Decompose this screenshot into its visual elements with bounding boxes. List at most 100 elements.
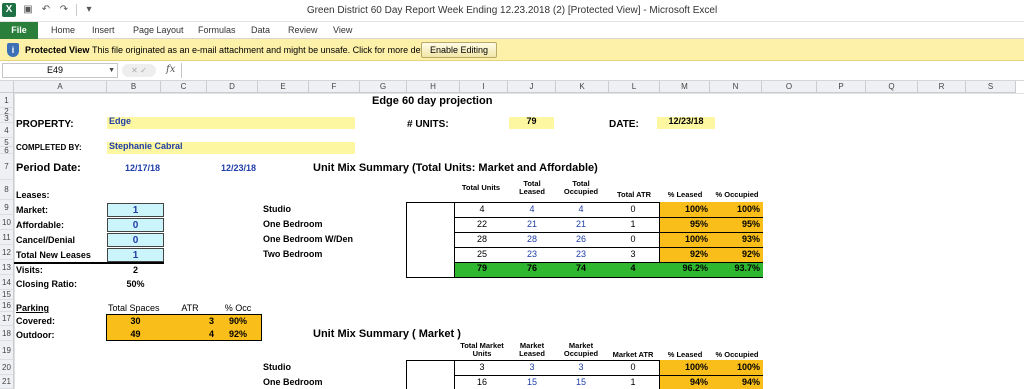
table-cell[interactable]: 92% bbox=[660, 249, 710, 260]
column-header[interactable]: G bbox=[360, 81, 407, 93]
table-cell[interactable]: 100% bbox=[712, 204, 762, 215]
table-cell[interactable]: 0 bbox=[608, 234, 658, 245]
closing-ratio-value[interactable]: 50% bbox=[107, 279, 164, 290]
table-cell[interactable]: 94% bbox=[660, 377, 710, 388]
table-cell[interactable]: 28 bbox=[510, 234, 554, 245]
row-header[interactable]: 16 bbox=[0, 300, 14, 312]
tab-insert[interactable]: Insert bbox=[92, 25, 115, 35]
table-cell[interactable]: 15 bbox=[556, 377, 606, 388]
tab-data[interactable]: Data bbox=[251, 25, 270, 35]
protected-view-bar[interactable]: i Protected View This file originated as… bbox=[0, 39, 1024, 61]
completed-by-value[interactable]: Stephanie Cabral bbox=[107, 141, 355, 154]
date-value[interactable]: 12/23/18 bbox=[657, 116, 715, 129]
parking-occ[interactable]: 92% bbox=[216, 329, 260, 340]
row-header[interactable]: 9 bbox=[0, 200, 14, 215]
column-header[interactable]: S bbox=[966, 81, 1016, 93]
enable-editing-button[interactable]: Enable Editing bbox=[421, 42, 497, 58]
column-header[interactable]: K bbox=[556, 81, 609, 93]
row-header[interactable]: 3 bbox=[0, 115, 14, 123]
table-cell[interactable]: 4 bbox=[510, 204, 554, 215]
table-cell[interactable]: 100% bbox=[660, 204, 710, 215]
column-header[interactable]: J bbox=[508, 81, 556, 93]
row-header[interactable]: 8 bbox=[0, 180, 14, 200]
table-cell[interactable]: 22 bbox=[456, 219, 508, 230]
table-cell[interactable]: 100% bbox=[660, 362, 710, 373]
table-cell[interactable]: 3 bbox=[608, 249, 658, 260]
table-cell[interactable]: 95% bbox=[712, 219, 762, 230]
row-header[interactable]: 10 bbox=[0, 215, 14, 230]
protected-view-message[interactable]: This file originated as an e-mail attach… bbox=[92, 45, 439, 55]
table-cell[interactable]: 25 bbox=[456, 249, 508, 260]
row-header[interactable]: 12 bbox=[0, 245, 14, 260]
tab-formulas[interactable]: Formulas bbox=[198, 25, 236, 35]
table-cell[interactable]: 92% bbox=[712, 249, 762, 260]
tab-file[interactable]: File bbox=[0, 22, 38, 39]
table-cell[interactable]: 93% bbox=[712, 234, 762, 245]
table-cell[interactable]: 0 bbox=[608, 204, 658, 215]
table-cell[interactable]: 3 bbox=[556, 362, 606, 373]
row-header[interactable]: 20 bbox=[0, 360, 14, 375]
table-cell[interactable]: 1 bbox=[608, 219, 658, 230]
total-cell[interactable]: 74 bbox=[556, 263, 606, 274]
table-cell[interactable]: 28 bbox=[456, 234, 508, 245]
column-header[interactable]: C bbox=[161, 81, 207, 93]
row-header[interactable]: 1 bbox=[0, 93, 14, 108]
column-header[interactable]: H bbox=[407, 81, 460, 93]
row-header[interactable]: 4 bbox=[0, 123, 14, 138]
row-header[interactable]: 13 bbox=[0, 260, 14, 275]
tab-page-layout[interactable]: Page Layout bbox=[133, 25, 184, 35]
total-cell[interactable]: 96.2% bbox=[660, 263, 710, 274]
row-header[interactable]: 11 bbox=[0, 230, 14, 245]
column-header[interactable]: E bbox=[258, 81, 309, 93]
row-header[interactable]: 15 bbox=[0, 290, 14, 300]
row-header[interactable]: 14 bbox=[0, 275, 14, 290]
table-cell[interactable]: 23 bbox=[556, 249, 606, 260]
table-cell[interactable]: 26 bbox=[556, 234, 606, 245]
period-start[interactable]: 12/17/18 bbox=[125, 163, 160, 174]
period-end[interactable]: 12/23/18 bbox=[221, 163, 256, 174]
visits-value[interactable]: 2 bbox=[107, 265, 164, 276]
table-cell[interactable]: 100% bbox=[712, 362, 762, 373]
column-header[interactable]: N bbox=[710, 81, 762, 93]
table-cell[interactable]: 16 bbox=[456, 377, 508, 388]
row-header[interactable]: 18 bbox=[0, 326, 14, 341]
table-cell[interactable]: 3 bbox=[456, 362, 508, 373]
insert-function-icon[interactable]: fx bbox=[166, 64, 175, 75]
lease-value[interactable]: 1 bbox=[107, 248, 164, 262]
lease-value[interactable]: 1 bbox=[107, 203, 164, 217]
lease-value[interactable]: 0 bbox=[107, 233, 164, 247]
row-header[interactable]: 7 bbox=[0, 154, 14, 180]
table-cell[interactable]: 4 bbox=[456, 204, 508, 215]
select-all-corner[interactable] bbox=[0, 81, 14, 93]
column-header[interactable]: F bbox=[309, 81, 360, 93]
table-cell[interactable]: 0 bbox=[608, 362, 658, 373]
table-cell[interactable]: 94% bbox=[712, 377, 762, 388]
units-value[interactable]: 79 bbox=[509, 116, 554, 129]
column-header[interactable]: Q bbox=[866, 81, 918, 93]
row-header[interactable]: 21 bbox=[0, 375, 14, 389]
table-cell[interactable]: 4 bbox=[556, 204, 606, 215]
total-cell[interactable]: 76 bbox=[510, 263, 554, 274]
formula-input[interactable] bbox=[181, 63, 1024, 78]
parking-atr[interactable]: 3 bbox=[170, 316, 214, 327]
column-header[interactable]: M bbox=[660, 81, 710, 93]
name-box[interactable]: E49 ▼ bbox=[2, 63, 118, 78]
column-header[interactable]: D bbox=[207, 81, 258, 93]
tab-view[interactable]: View bbox=[333, 25, 352, 35]
table-cell[interactable]: 3 bbox=[510, 362, 554, 373]
row-header[interactable]: 19 bbox=[0, 341, 14, 360]
column-header[interactable]: O bbox=[762, 81, 817, 93]
parking-occ[interactable]: 90% bbox=[216, 316, 260, 327]
row-header[interactable]: 6 bbox=[0, 147, 14, 155]
property-value[interactable]: Edge bbox=[107, 116, 355, 129]
lease-value[interactable]: 0 bbox=[107, 218, 164, 232]
table-cell[interactable]: 100% bbox=[660, 234, 710, 245]
chevron-down-icon[interactable]: ▼ bbox=[108, 64, 115, 77]
column-header[interactable]: A bbox=[14, 81, 107, 93]
table-cell[interactable]: 1 bbox=[608, 377, 658, 388]
tab-home[interactable]: Home bbox=[51, 25, 75, 35]
table-cell[interactable]: 21 bbox=[510, 219, 554, 230]
table-cell[interactable]: 15 bbox=[510, 377, 554, 388]
column-header[interactable]: B bbox=[107, 81, 161, 93]
column-header[interactable]: R bbox=[918, 81, 966, 93]
